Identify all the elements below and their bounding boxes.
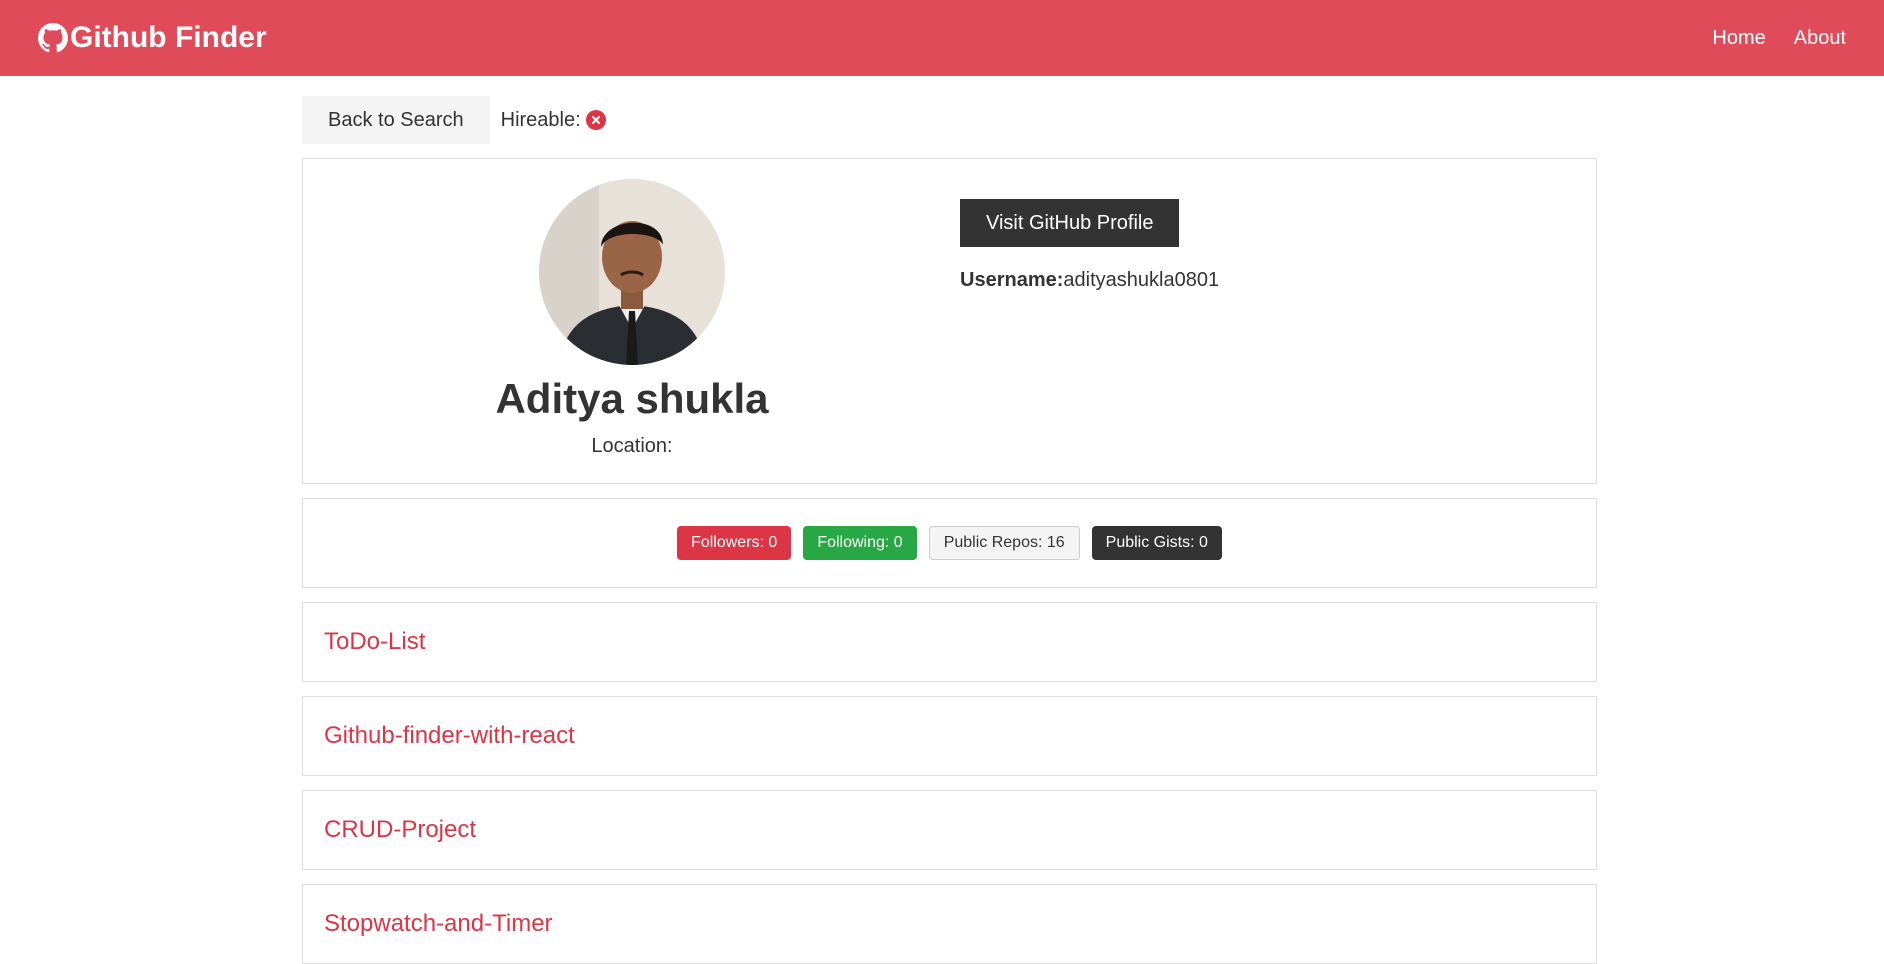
followers-badge: Followers: 0	[677, 526, 792, 560]
repo-item: Github-finder-with-react	[302, 696, 1597, 776]
avatar-column: Aditya shukla Location:	[303, 159, 961, 483]
avatar	[539, 179, 725, 365]
main-container: Back to Search Hireable: Aditya shukla L…	[302, 96, 1597, 964]
following-badge: Following: 0	[803, 526, 917, 560]
info-column: Visit GitHub Profile Username:adityashuk…	[960, 199, 1219, 292]
action-row: Back to Search Hireable:	[302, 96, 1597, 144]
profile-card: Aditya shukla Location: Visit GitHub Pro…	[302, 158, 1597, 484]
repo-item: Stopwatch-and-Timer	[302, 884, 1597, 964]
brand-title: Github Finder	[70, 21, 267, 54]
visit-github-profile-button[interactable]: Visit GitHub Profile	[960, 199, 1180, 247]
public-gists-badge: Public Gists: 0	[1091, 526, 1222, 560]
times-circle-icon	[585, 110, 606, 130]
back-to-search-button[interactable]: Back to Search	[302, 96, 490, 144]
nav-home-link[interactable]: Home	[1712, 27, 1765, 50]
github-icon	[38, 23, 68, 53]
brand[interactable]: Github Finder	[38, 21, 267, 55]
hireable-status: Hireable:	[501, 109, 606, 132]
nav-about-link[interactable]: About	[1794, 27, 1846, 50]
repo-link[interactable]: Github-finder-with-react	[324, 722, 575, 750]
repo-link[interactable]: Stopwatch-and-Timer	[324, 910, 553, 938]
repo-item: CRUD-Project	[302, 790, 1597, 870]
username-label: Username:	[960, 269, 1064, 291]
username-value: adityashukla0801	[1063, 269, 1220, 291]
profile-name: Aditya shukla	[495, 375, 769, 422]
username-row: Username:adityashukla0801	[960, 269, 1219, 292]
repo-link[interactable]: CRUD-Project	[324, 816, 476, 844]
repo-item: ToDo-List	[302, 602, 1597, 682]
public-repos-badge: Public Repos: 16	[928, 526, 1080, 560]
hireable-label: Hireable:	[500, 108, 581, 131]
nav-links: Home About	[1712, 27, 1846, 50]
location-label: Location:	[591, 435, 673, 457]
repo-link[interactable]: ToDo-List	[324, 628, 425, 656]
stats-card: Followers: 0 Following: 0 Public Repos: …	[302, 498, 1597, 588]
navbar: Github Finder Home About	[0, 0, 1884, 76]
